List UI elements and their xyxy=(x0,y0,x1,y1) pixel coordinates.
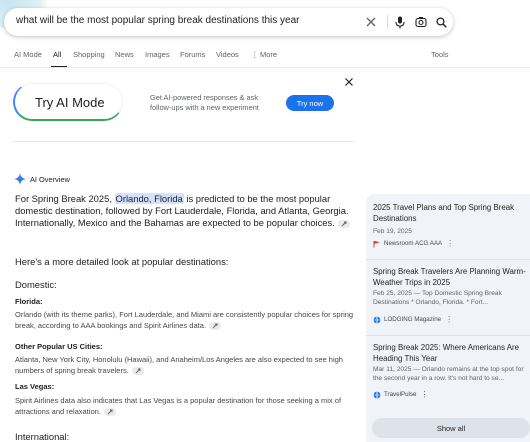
tabs-divider xyxy=(0,67,530,68)
close-icon[interactable] xyxy=(344,74,356,86)
source-snippet: Mar 11, 2025 — Orlando remains at the to… xyxy=(373,366,524,382)
search-divider xyxy=(387,15,388,29)
publisher-name: TravelPulse xyxy=(384,391,417,398)
tab-all[interactable]: All xyxy=(53,50,61,59)
publisher-name: LODGING Magazine xyxy=(384,316,442,323)
sources-panel: 2025 Travel Plans and Top Spring Break D… xyxy=(366,194,530,442)
globe-icon xyxy=(373,315,381,324)
tab-more[interactable]: More xyxy=(260,50,277,59)
florida-text: Orlando (with its theme parks), Fort Lau… xyxy=(15,310,360,331)
vegas-heading: Las Vegas: xyxy=(15,382,55,391)
source-title[interactable]: Spring Break Travelers Are Planning Warm… xyxy=(373,267,529,288)
summary-text: For Spring Break 2025, xyxy=(15,193,115,204)
vegas-text: Spirit Airlines data also indicates that… xyxy=(15,396,360,417)
search-icon[interactable] xyxy=(432,13,450,31)
card-divider xyxy=(366,335,530,336)
source-publisher: TravelPulse ⋮ xyxy=(373,390,428,399)
promo-divider xyxy=(12,141,355,142)
international-heading: International: xyxy=(15,431,70,442)
flag-icon xyxy=(373,240,380,247)
tab-ai-mode[interactable]: AI Mode xyxy=(14,50,42,59)
florida-body: Orlando (with its theme parks), Fort Lau… xyxy=(15,310,354,330)
link-chip-icon[interactable] xyxy=(103,407,116,416)
source-title[interactable]: 2025 Travel Plans and Top Spring Break D… xyxy=(373,203,529,224)
publisher-name: Newsroom ACG AAA xyxy=(384,240,443,247)
source-title[interactable]: Spring Break 2025: Where Americans Are H… xyxy=(373,343,529,364)
show-all-button[interactable]: Show all xyxy=(372,418,530,438)
link-chip-icon[interactable] xyxy=(337,219,350,228)
clear-icon[interactable] xyxy=(362,13,380,31)
detail-intro: Here's a more detailed look at popular d… xyxy=(15,256,229,267)
highlighted-destination: Orlando, Florida xyxy=(114,193,184,204)
us-cities-heading: Other Popular US Cities: xyxy=(15,342,103,351)
tab-images[interactable]: Images xyxy=(145,50,170,59)
overview-summary: For Spring Break 2025, Orlando, Florida … xyxy=(15,193,360,229)
florida-heading: Florida: xyxy=(15,297,43,306)
source-publisher: Newsroom ACG AAA ⋮ xyxy=(373,239,454,248)
promo-description: Get AI-powered responses & ask follow-up… xyxy=(150,93,259,112)
more-options-icon[interactable]: ⋮ xyxy=(446,239,454,248)
try-now-button[interactable]: Try now xyxy=(286,95,334,111)
globe-icon xyxy=(373,390,381,399)
card-divider xyxy=(366,259,530,260)
sparkle-icon xyxy=(14,173,26,185)
tab-news[interactable]: News xyxy=(115,50,134,59)
tools-button[interactable]: Tools xyxy=(431,50,449,59)
link-chip-icon[interactable] xyxy=(208,321,221,330)
search-tabs: AI Mode All Shopping News Images Forums … xyxy=(0,46,530,68)
domestic-heading: Domestic: xyxy=(15,279,57,290)
more-options-icon[interactable]: ⋮ xyxy=(420,390,428,399)
source-snippet: Feb 25, 2025 — Top Domestic Spring Break… xyxy=(373,290,502,306)
link-chip-icon[interactable] xyxy=(131,366,144,375)
ai-overview-header: AI Overview xyxy=(14,173,70,185)
vegas-body: Spirit Airlines data also indicates that… xyxy=(15,396,342,416)
us-cities-text: Atlanta, New York City, Honolulu (Hawaii… xyxy=(15,355,360,376)
promo-title: Try AI Mode xyxy=(35,95,105,110)
search-box[interactable]: what will be the most popular spring bre… xyxy=(4,8,453,36)
ai-overview-label: AI Overview xyxy=(30,174,70,184)
tab-forums[interactable]: Forums xyxy=(180,50,205,59)
tab-videos[interactable]: Videos xyxy=(216,50,239,59)
source-publisher: LODGING Magazine ⋮ xyxy=(373,315,453,324)
tab-shopping[interactable]: Shopping xyxy=(73,50,105,59)
more-menu-icon[interactable]: ⋮ xyxy=(251,50,259,59)
more-options-icon[interactable]: ⋮ xyxy=(445,315,453,324)
ai-mode-promo: Try AI Mode Get AI-powered responses & a… xyxy=(12,83,357,125)
us-cities-body: Atlanta, New York City, Honolulu (Hawaii… xyxy=(15,355,343,375)
source-date: Feb 19, 2025 xyxy=(373,228,412,235)
lens-icon[interactable] xyxy=(412,13,430,31)
search-input[interactable]: what will be the most popular spring bre… xyxy=(16,15,299,26)
microphone-icon[interactable] xyxy=(391,13,409,31)
